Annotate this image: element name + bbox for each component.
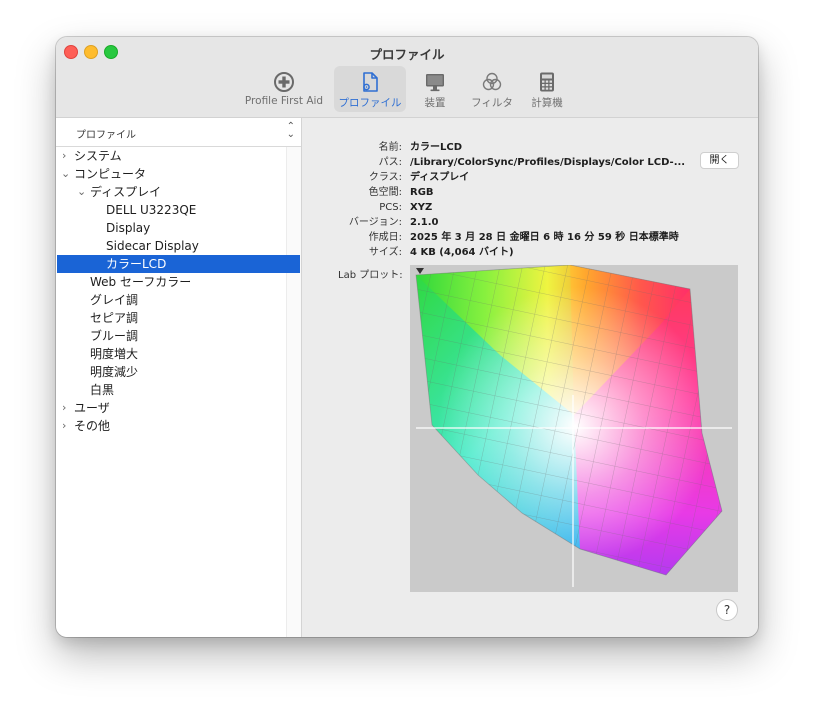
tree-item-display-group[interactable]: ⌄ ディスプレイ [56,183,301,201]
filter-icon [482,72,502,91]
tree-item-label: Sidecar Display [106,239,199,253]
titlebar: プロファイル Profile First Aid プロファイル 装置 フィルタ … [56,37,758,118]
detail-label: 作成日: [368,232,402,243]
detail-label: 名前: [378,142,402,153]
detail-value: ディスプレイ [410,172,470,183]
tree-item-display[interactable]: Display [56,219,301,237]
open-button[interactable]: 開く [700,152,739,169]
detail-label: 色空間: [368,187,402,198]
tree-item-label: コンピュータ [74,167,147,181]
detail-value: XYZ [410,202,433,213]
help-button[interactable]: ? [716,599,738,621]
detail-value: 4 KB (4,064 バイト) [410,247,514,258]
tree-item-label: ブルー調 [90,329,139,343]
tree-item-label: 明度増大 [90,347,139,361]
profile-document-icon [363,72,378,92]
toolbar-label: 計算機 [531,97,563,109]
window-title: プロファイル [369,47,445,62]
tree-item-web-safe[interactable]: Web セーフカラー [56,273,301,291]
detail-label: バージョン: [348,217,402,228]
tree-item-label: ディスプレイ [90,185,162,199]
detail-size: サイズ: 4 KB (4,064 バイト) [316,245,758,260]
lab-plot[interactable] [410,265,738,592]
detail-pcs: PCS: XYZ [316,200,758,215]
tree-item-user[interactable]: › ユーザ [56,399,301,417]
tree-item-label: グレイ調 [90,293,139,307]
tree-item-other[interactable]: › その他 [56,417,301,435]
colorsync-window: プロファイル Profile First Aid プロファイル 装置 フィルタ … [56,37,758,637]
toolbar-calculator[interactable]: 計算機 [522,66,572,112]
detail-class: クラス: ディスプレイ [316,170,758,185]
tree-item-label: システム [74,149,122,163]
display-icon [426,74,444,92]
tree-item-color-lcd[interactable]: カラーLCD [57,255,300,273]
calculator-icon [540,72,554,92]
detail-color-space: 色空間: RGB [316,185,758,200]
tree-item-label: その他 [74,419,111,433]
toolbar-profile-first-aid[interactable]: Profile First Aid [244,66,324,112]
tree-item-sidecar[interactable]: Sidecar Display [56,237,301,255]
profile-details: 名前: カラーLCD パス: /Library/ColorSync/Profil… [316,118,758,637]
chevron-down-icon[interactable]: ⌄ [77,183,86,201]
toolbar-label: 装置 [424,97,446,109]
toolbar-profiles[interactable]: プロファイル [334,66,406,112]
tree-item-label: セピア調 [90,311,139,325]
tree-item-label: ユーザ [74,401,110,415]
detail-name: 名前: カラーLCD [316,140,758,155]
chevron-right-icon[interactable]: › [62,417,66,435]
tree-item-dell[interactable]: DELL U3223QE [56,201,301,219]
tree-item-label: 明度減少 [90,365,139,379]
lab-gamut-plot [415,265,732,587]
chevron-down-icon[interactable]: ⌄ [61,165,70,183]
first-aid-icon [274,72,294,92]
tree-item-system[interactable]: › システム [56,147,301,165]
lab-plot-label: Lab プロット: [338,270,403,281]
toolbar-label: Profile First Aid [244,95,324,107]
tree-item-gray[interactable]: グレイ調 [56,291,301,309]
toolbar-label: フィルタ [471,97,513,109]
profile-sidebar: プロファイル ⌃ ⌄ › システム ⌄ コンピュータ ⌄ ディスプレイ DELL … [56,118,302,637]
tree-item-sepia[interactable]: セピア調 [56,309,301,327]
profile-tree: › システム ⌄ コンピュータ ⌄ ディスプレイ DELL U3223QE Di… [56,147,301,435]
tree-item-computer[interactable]: ⌄ コンピュータ [56,165,301,183]
tree-item-darker[interactable]: 明度減少 [56,363,301,381]
tree-item-label: 白黒 [90,383,115,397]
toolbar-filters[interactable]: フィルタ [466,66,518,112]
tree-item-lighter[interactable]: 明度増大 [56,345,301,363]
sort-updown-icon[interactable]: ⌃ ⌄ [287,122,295,140]
detail-value: カラーLCD [410,142,463,153]
chevron-right-icon[interactable]: › [62,399,66,417]
toolbar-label: プロファイル [338,97,402,109]
detail-label: パス: [378,157,402,168]
tree-item-blue[interactable]: ブルー調 [56,327,301,345]
tree-item-black-white[interactable]: 白黒 [56,381,301,399]
detail-path: パス: /Library/ColorSync/Profiles/Displays… [316,155,758,170]
detail-value: /Library/ColorSync/Profiles/Displays/Col… [410,157,686,168]
toolbar-devices[interactable]: 装置 [412,66,458,112]
chevron-right-icon[interactable]: › [62,147,66,165]
detail-value: RGB [410,187,434,198]
detail-value: 2025 年 3 月 28 日 金曜日 6 時 16 分 59 秒 日本標準時 [410,232,679,243]
tree-item-label: Display [106,221,151,235]
detail-version: バージョン: 2.1.0 [316,215,758,230]
detail-label: クラス: [368,172,402,183]
detail-label: サイズ: [368,247,402,258]
detail-created: 作成日: 2025 年 3 月 28 日 金曜日 6 時 16 分 59 秒 日… [316,230,758,245]
tree-item-label: Web セーフカラー [90,275,192,289]
sidebar-sort-header[interactable]: プロファイル ⌃ ⌄ [56,118,301,147]
tree-item-label: DELL U3223QE [106,203,197,217]
detail-value: 2.1.0 [410,217,439,228]
detail-label: PCS: [379,202,402,213]
sidebar-header-label: プロファイル [76,130,136,141]
tree-item-label: カラーLCD [106,257,167,271]
